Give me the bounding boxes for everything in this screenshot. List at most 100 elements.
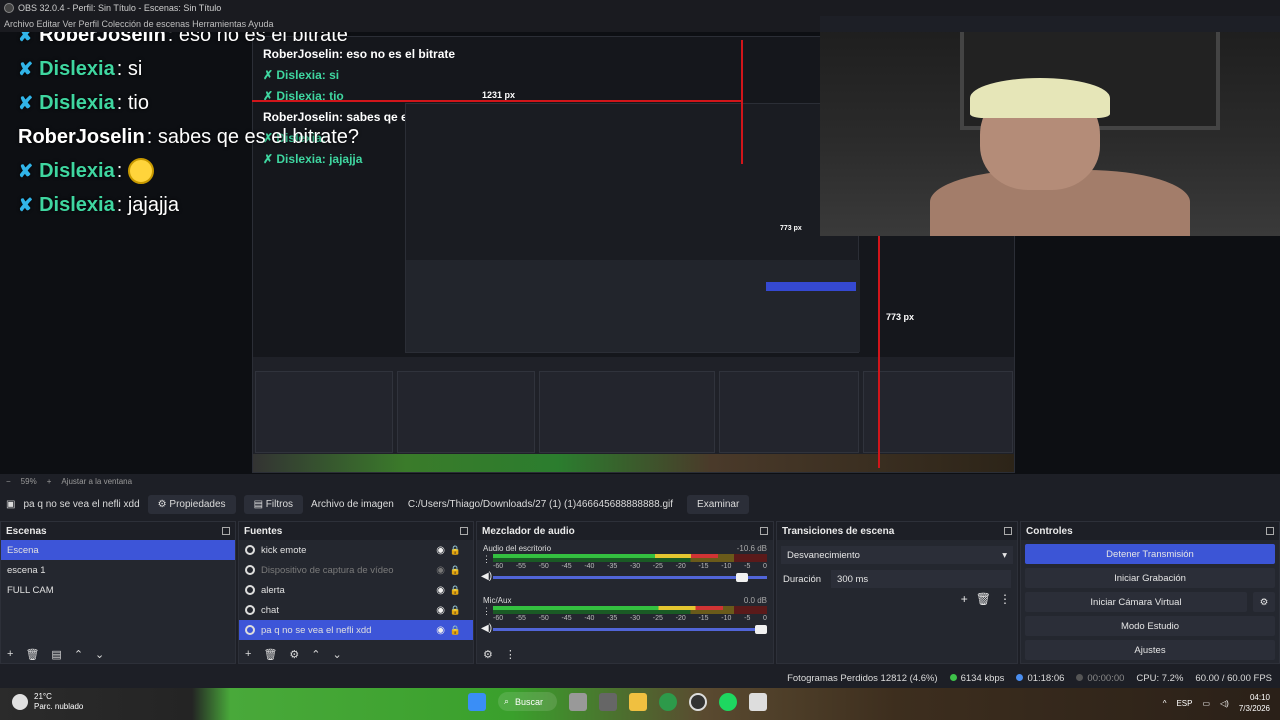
move-down-button[interactable]: ⌄: [95, 648, 104, 661]
controls-dock: Controles Detener Transmisión Iniciar Gr…: [1020, 521, 1280, 664]
eye-icon[interactable]: ◉: [436, 625, 445, 636]
zoom-level: 59%: [20, 476, 37, 486]
source-item[interactable]: pa q no se vea el nefli xdd ◉ 🔒: [239, 620, 473, 640]
channel-menu-button[interactable]: ⋮: [482, 606, 491, 617]
zoom-out-button[interactable]: −: [6, 477, 11, 486]
start-virtual-camera-button[interactable]: Iniciar Cámara Virtual: [1025, 592, 1247, 612]
chat-message: RoberJoselin: sabes qe es el bitrate?: [18, 120, 438, 154]
add-source-button[interactable]: +: [245, 648, 251, 661]
source-label: kick emote: [261, 544, 307, 556]
properties-button[interactable]: ⚙ Propiedades: [147, 494, 236, 514]
dock-float-icon[interactable]: [1004, 527, 1012, 535]
spotify-icon[interactable]: [719, 692, 738, 711]
studio-mode-button[interactable]: Modo Estudio: [1025, 616, 1275, 636]
stop-streaming-button[interactable]: Detener Transmisión: [1025, 544, 1275, 564]
cpu-status: CPU: 7.2%: [1136, 672, 1184, 684]
speaker-icon[interactable]: ◀): [481, 571, 492, 582]
dock-float-icon[interactable]: [760, 527, 768, 535]
zoom-in-button[interactable]: +: [47, 477, 52, 486]
speaker-icon[interactable]: ◀): [481, 623, 492, 634]
mixer-channels: Audio del escritorio -10.6 dB ⋮ -60 -55 -50 -4…: [477, 540, 773, 644]
transition-select[interactable]: Desvanecimiento ▾: [781, 546, 1013, 564]
add-scene-button[interactable]: +: [7, 648, 13, 661]
channel-menu-button[interactable]: ⋮: [482, 554, 491, 565]
fit-window-button[interactable]: Ajustar a la ventana: [61, 477, 132, 486]
obs-taskbar-icon[interactable]: [689, 692, 708, 711]
move-up-button[interactable]: ⌃: [74, 648, 83, 661]
volume-slider-thumb[interactable]: [735, 573, 748, 582]
source-item[interactable]: chat ◉ 🔒: [239, 600, 473, 620]
scene-item[interactable]: Escena: [1, 540, 235, 560]
tick-label: -25: [652, 563, 663, 570]
volume-slider[interactable]: [493, 625, 767, 634]
lock-icon[interactable]: 🔒: [450, 625, 461, 636]
mixer-settings-button[interactable]: ⚙: [483, 648, 493, 661]
language-indicator[interactable]: ESP: [1176, 699, 1192, 708]
eye-icon[interactable]: ◉: [436, 585, 445, 596]
volume-icon[interactable]: ◁): [1220, 699, 1229, 708]
deep-nested-ui: [406, 260, 860, 352]
taskbar-search[interactable]: ⌕ Buscar: [498, 692, 558, 711]
remove-source-button[interactable]: 🗑: [263, 648, 277, 661]
duration-input[interactable]: 300 ms: [831, 570, 1011, 588]
lock-icon[interactable]: 🔒: [450, 605, 461, 616]
stream-time-status: 01:18:06: [1016, 673, 1064, 684]
cloud-sun-icon: [12, 694, 28, 710]
eye-off-icon[interactable]: ◉: [436, 565, 445, 576]
source-name: pa q no se vea el nefli xdd: [23, 498, 140, 510]
scene-item[interactable]: escena 1: [1, 560, 235, 580]
dock-float-icon[interactable]: [1266, 527, 1274, 535]
source-properties-button[interactable]: ⚙: [289, 648, 299, 661]
source-item[interactable]: alerta ◉ 🔒: [239, 580, 473, 600]
tick-label: -10: [721, 615, 732, 622]
windows-start-icon[interactable]: [468, 692, 486, 711]
file-explorer-icon[interactable]: [629, 692, 648, 711]
tray-chevron-icon[interactable]: ^: [1163, 699, 1167, 708]
volume-slider[interactable]: [493, 573, 767, 582]
lock-icon[interactable]: 🔒: [450, 545, 461, 556]
add-transition-button[interactable]: +: [961, 592, 968, 606]
volume-slider-thumb[interactable]: [755, 625, 767, 634]
chat-message: ✘ RoberJoselin: eso no es el bitrate: [18, 32, 438, 52]
source-item[interactable]: kick emote ◉ 🔒: [239, 540, 473, 560]
eye-icon[interactable]: ◉: [436, 605, 445, 616]
mixer-menu-button[interactable]: ⋮: [505, 648, 516, 661]
source-item[interactable]: Dispositivo de captura de vídeo ◉ 🔒: [239, 560, 473, 580]
chat-username: RoberJoselin: [18, 125, 145, 148]
browse-button[interactable]: Examinar: [687, 494, 750, 514]
clock[interactable]: 04:10 7/3/2026: [1239, 692, 1270, 714]
guide-line-horizontal: [252, 100, 742, 102]
tick-label: 0: [763, 615, 767, 622]
record-icon: [1076, 673, 1084, 681]
settings-button[interactable]: Ajustes: [1025, 640, 1275, 660]
remove-scene-button[interactable]: 🗑: [25, 648, 39, 661]
lock-icon[interactable]: 🔒: [450, 585, 461, 596]
menu-items[interactable]: Archivo Editar Ver Perfil Colección de e…: [4, 19, 273, 29]
remove-transition-button[interactable]: 🗑: [976, 592, 991, 606]
scene-item[interactable]: FULL CAM: [1, 580, 235, 600]
move-down-button[interactable]: ⌄: [333, 648, 342, 661]
dock-float-icon[interactable]: [222, 527, 230, 535]
preview-canvas[interactable]: RoberJoselin: eso no es el bitrate ✗ Disl…: [0, 32, 1280, 474]
fps-status: 60.00 / 60.00 FPS: [1195, 672, 1272, 684]
move-up-button[interactable]: ⌃: [311, 648, 320, 661]
menu-bar[interactable]: Archivo Editar Ver Perfil Colección de e…: [0, 16, 820, 32]
app-icon[interactable]: [599, 692, 618, 711]
network-icon[interactable]: ▭: [1202, 699, 1210, 708]
dock-float-icon[interactable]: [460, 527, 468, 535]
chat-text: : si: [116, 57, 143, 80]
tick-label: 0: [763, 563, 767, 570]
eye-icon[interactable]: ◉: [436, 545, 445, 556]
virtual-camera-settings-gear-icon[interactable]: ⚙: [1253, 592, 1275, 612]
calendar-app-icon[interactable]: [749, 692, 768, 711]
mouse-app-icon[interactable]: [569, 692, 588, 711]
chat-username: Dislexia: [39, 91, 115, 114]
lock-icon[interactable]: 🔒: [450, 565, 461, 576]
start-recording-button[interactable]: Iniciar Grabación: [1025, 568, 1275, 588]
chrome-icon[interactable]: [659, 692, 678, 711]
transition-menu-button[interactable]: ⋮: [999, 592, 1011, 606]
source-type-icon: [245, 565, 255, 575]
filters-button[interactable]: ▤ Filtros: [243, 494, 304, 514]
scene-filters-button[interactable]: ▤: [51, 648, 61, 661]
weather-widget[interactable]: 21°C Parc. nublado: [12, 692, 83, 712]
